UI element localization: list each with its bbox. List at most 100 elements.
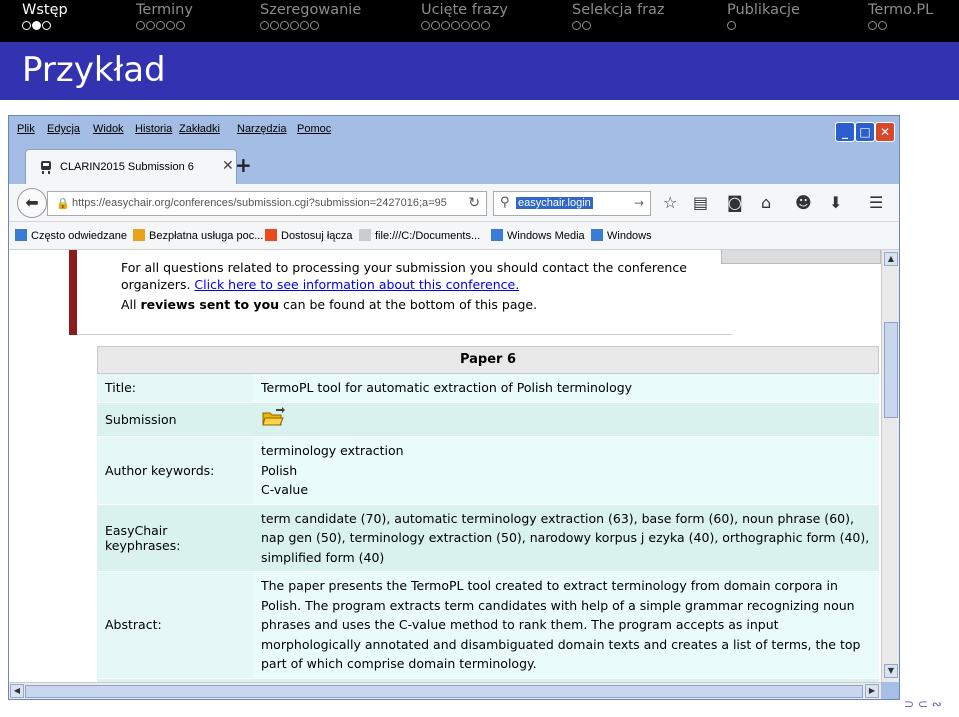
nav-section-dots (868, 21, 887, 30)
browser-tab[interactable]: CLARIN2015 Submission 6 ✕ (25, 149, 237, 184)
scroll-down-icon[interactable]: ▼ (884, 664, 898, 678)
nav-section-5[interactable]: Selekcja fraz (572, 2, 665, 18)
menu-item[interactable]: Widok (93, 123, 124, 135)
bookmark-icon (133, 229, 145, 241)
back-button[interactable]: ⬅ (17, 188, 47, 218)
browser-window: _ □ ✕ Plik Edycja Widok Historia Zakładki Nar… (8, 115, 900, 700)
nav-frame-dot[interactable] (727, 21, 736, 30)
bookmark-item[interactable]: file:///C:/Documents... (359, 229, 480, 242)
nav-frame-dot[interactable] (300, 21, 309, 30)
nav-frame-dot[interactable] (572, 21, 581, 30)
nav-section-1[interactable]: Wstęp (22, 2, 68, 18)
nav-section-3[interactable]: Szeregowanie (260, 2, 361, 18)
table-row: Submission (97, 402, 879, 437)
menu-item[interactable]: Zakładki (179, 123, 220, 135)
red-accent-bar (69, 250, 77, 335)
menu-item[interactable]: Historia (135, 123, 172, 135)
reload-icon[interactable]: ↻ (468, 195, 480, 211)
reviews-emphasis: reviews sent to you (140, 297, 280, 312)
hello-icon[interactable]: ☻ (795, 193, 812, 212)
bookmark-item[interactable]: Bezpłatna usługa poc... (133, 229, 263, 242)
menu-item[interactable]: Plik (17, 123, 35, 135)
folder-open-icon[interactable] (261, 406, 285, 427)
row-label: Author keywords: (97, 437, 253, 504)
nav-frame-dot[interactable] (156, 21, 165, 30)
home-icon[interactable]: ⌂ (761, 193, 771, 212)
download-icon[interactable]: ⬇ (829, 193, 842, 212)
nav-frame-dot[interactable] (582, 21, 591, 30)
info-line-3: All reviews sent to you can be found at … (121, 297, 537, 312)
nav-frame-dot[interactable] (431, 21, 440, 30)
nav-frame-dot[interactable] (166, 21, 175, 30)
frame-title: Przykład (22, 50, 166, 90)
nav-section-dots (136, 21, 185, 30)
vertical-scroll-thumb[interactable] (884, 322, 898, 418)
nav-section-6[interactable]: Publikacje (727, 2, 800, 18)
info-line-3-suffix: can be found at the bottom of this page. (279, 297, 538, 312)
nav-frame-dot[interactable] (22, 21, 31, 30)
bookmark-item[interactable]: Często odwiedzane (15, 229, 127, 242)
nav-frame-dot[interactable] (290, 21, 299, 30)
bookmark-item[interactable]: Dostosuj łącza (265, 229, 353, 242)
beamer-nav-symbols[interactable]: ⊃ ⊂ ∾ (904, 697, 942, 711)
bookmark-icon (15, 229, 27, 241)
bookmark-label: file:///C:/Documents... (375, 230, 481, 242)
nav-frame-dot[interactable] (32, 21, 41, 30)
menu-item[interactable]: Narzędzia (237, 123, 287, 135)
lock-icon: 🔒 (56, 197, 70, 210)
bookmark-item[interactable]: Windows Media (491, 229, 585, 242)
scroll-up-icon[interactable]: ▲ (884, 252, 898, 266)
nav-section-2[interactable]: Terminy (136, 2, 193, 18)
bookmark-star-icon[interactable]: ☆ (663, 193, 677, 212)
scroll-left-icon[interactable]: ◀ (10, 684, 24, 698)
row-value: The paper presents the TermoPL tool crea… (253, 572, 879, 678)
table-row: Author keywords: terminology extraction P… (97, 437, 879, 505)
menu-item[interactable]: Pomoc (297, 123, 331, 135)
nav-section-4[interactable]: Ucięte frazy (421, 2, 508, 18)
nav-frame-dot[interactable] (176, 21, 185, 30)
conference-info-link[interactable]: Click here to see information about this… (194, 277, 519, 292)
nav-frame-dot[interactable] (461, 21, 470, 30)
tab-close-icon[interactable]: ✕ (222, 158, 234, 174)
nav-frame-dot[interactable] (270, 21, 279, 30)
nav-frame-dot[interactable] (481, 21, 490, 30)
nav-frame-dot[interactable] (42, 21, 51, 30)
nav-frame-dot[interactable] (421, 21, 430, 30)
row-label: Abstract: (97, 572, 253, 678)
page-content: For all questions related to processing … (9, 250, 881, 682)
nav-frame-dot[interactable] (471, 21, 480, 30)
nav-frame-dot[interactable] (868, 21, 877, 30)
menu-item[interactable]: Edycja (47, 123, 80, 135)
nav-frame-dot[interactable] (260, 21, 269, 30)
bookmark-icon (491, 229, 503, 241)
maximize-button[interactable]: □ (855, 122, 875, 142)
nav-frame-dot[interactable] (146, 21, 155, 30)
horizontal-scroll-thumb[interactable] (25, 685, 863, 698)
search-bar[interactable]: ⚲ easychair.login → (493, 191, 651, 216)
frame-title-bar: Przykład (0, 42, 959, 100)
pocket-icon[interactable]: ◙ (727, 193, 743, 212)
nav-frame-dot[interactable] (878, 21, 887, 30)
row-label: Submission (97, 402, 253, 436)
bookmark-icon (359, 229, 371, 241)
nav-section-7[interactable]: Termo.PL (868, 2, 933, 18)
bookmark-label: Dostosuj łącza (281, 230, 353, 242)
nav-frame-dot[interactable] (441, 21, 450, 30)
new-tab-button[interactable]: + (235, 153, 252, 177)
menu-icon[interactable]: ☰ (869, 193, 883, 212)
nav-frame-dot[interactable] (310, 21, 319, 30)
menu-bar: _ □ ✕ Plik Edycja Widok Historia Zakładki Nar… (9, 116, 899, 146)
vertical-scrollbar[interactable]: ▲ ▼ (881, 250, 899, 682)
close-window-button[interactable]: ✕ (875, 122, 895, 142)
horizontal-scrollbar[interactable]: ◀ ▶ (9, 682, 881, 699)
nav-frame-dot[interactable] (451, 21, 460, 30)
url-bar[interactable]: 🔒 https://easychair.org/conferences/subm… (47, 191, 487, 216)
nav-frame-dot[interactable] (280, 21, 289, 30)
bookmark-item[interactable]: Windows (591, 229, 652, 242)
nav-frame-dot[interactable] (136, 21, 145, 30)
search-go-icon[interactable]: → (634, 196, 644, 210)
scroll-right-icon[interactable]: ▶ (865, 684, 879, 698)
search-input[interactable]: easychair.login (516, 197, 593, 209)
minimize-button[interactable]: _ (835, 122, 855, 142)
reading-list-icon[interactable]: ▤ (693, 193, 708, 212)
